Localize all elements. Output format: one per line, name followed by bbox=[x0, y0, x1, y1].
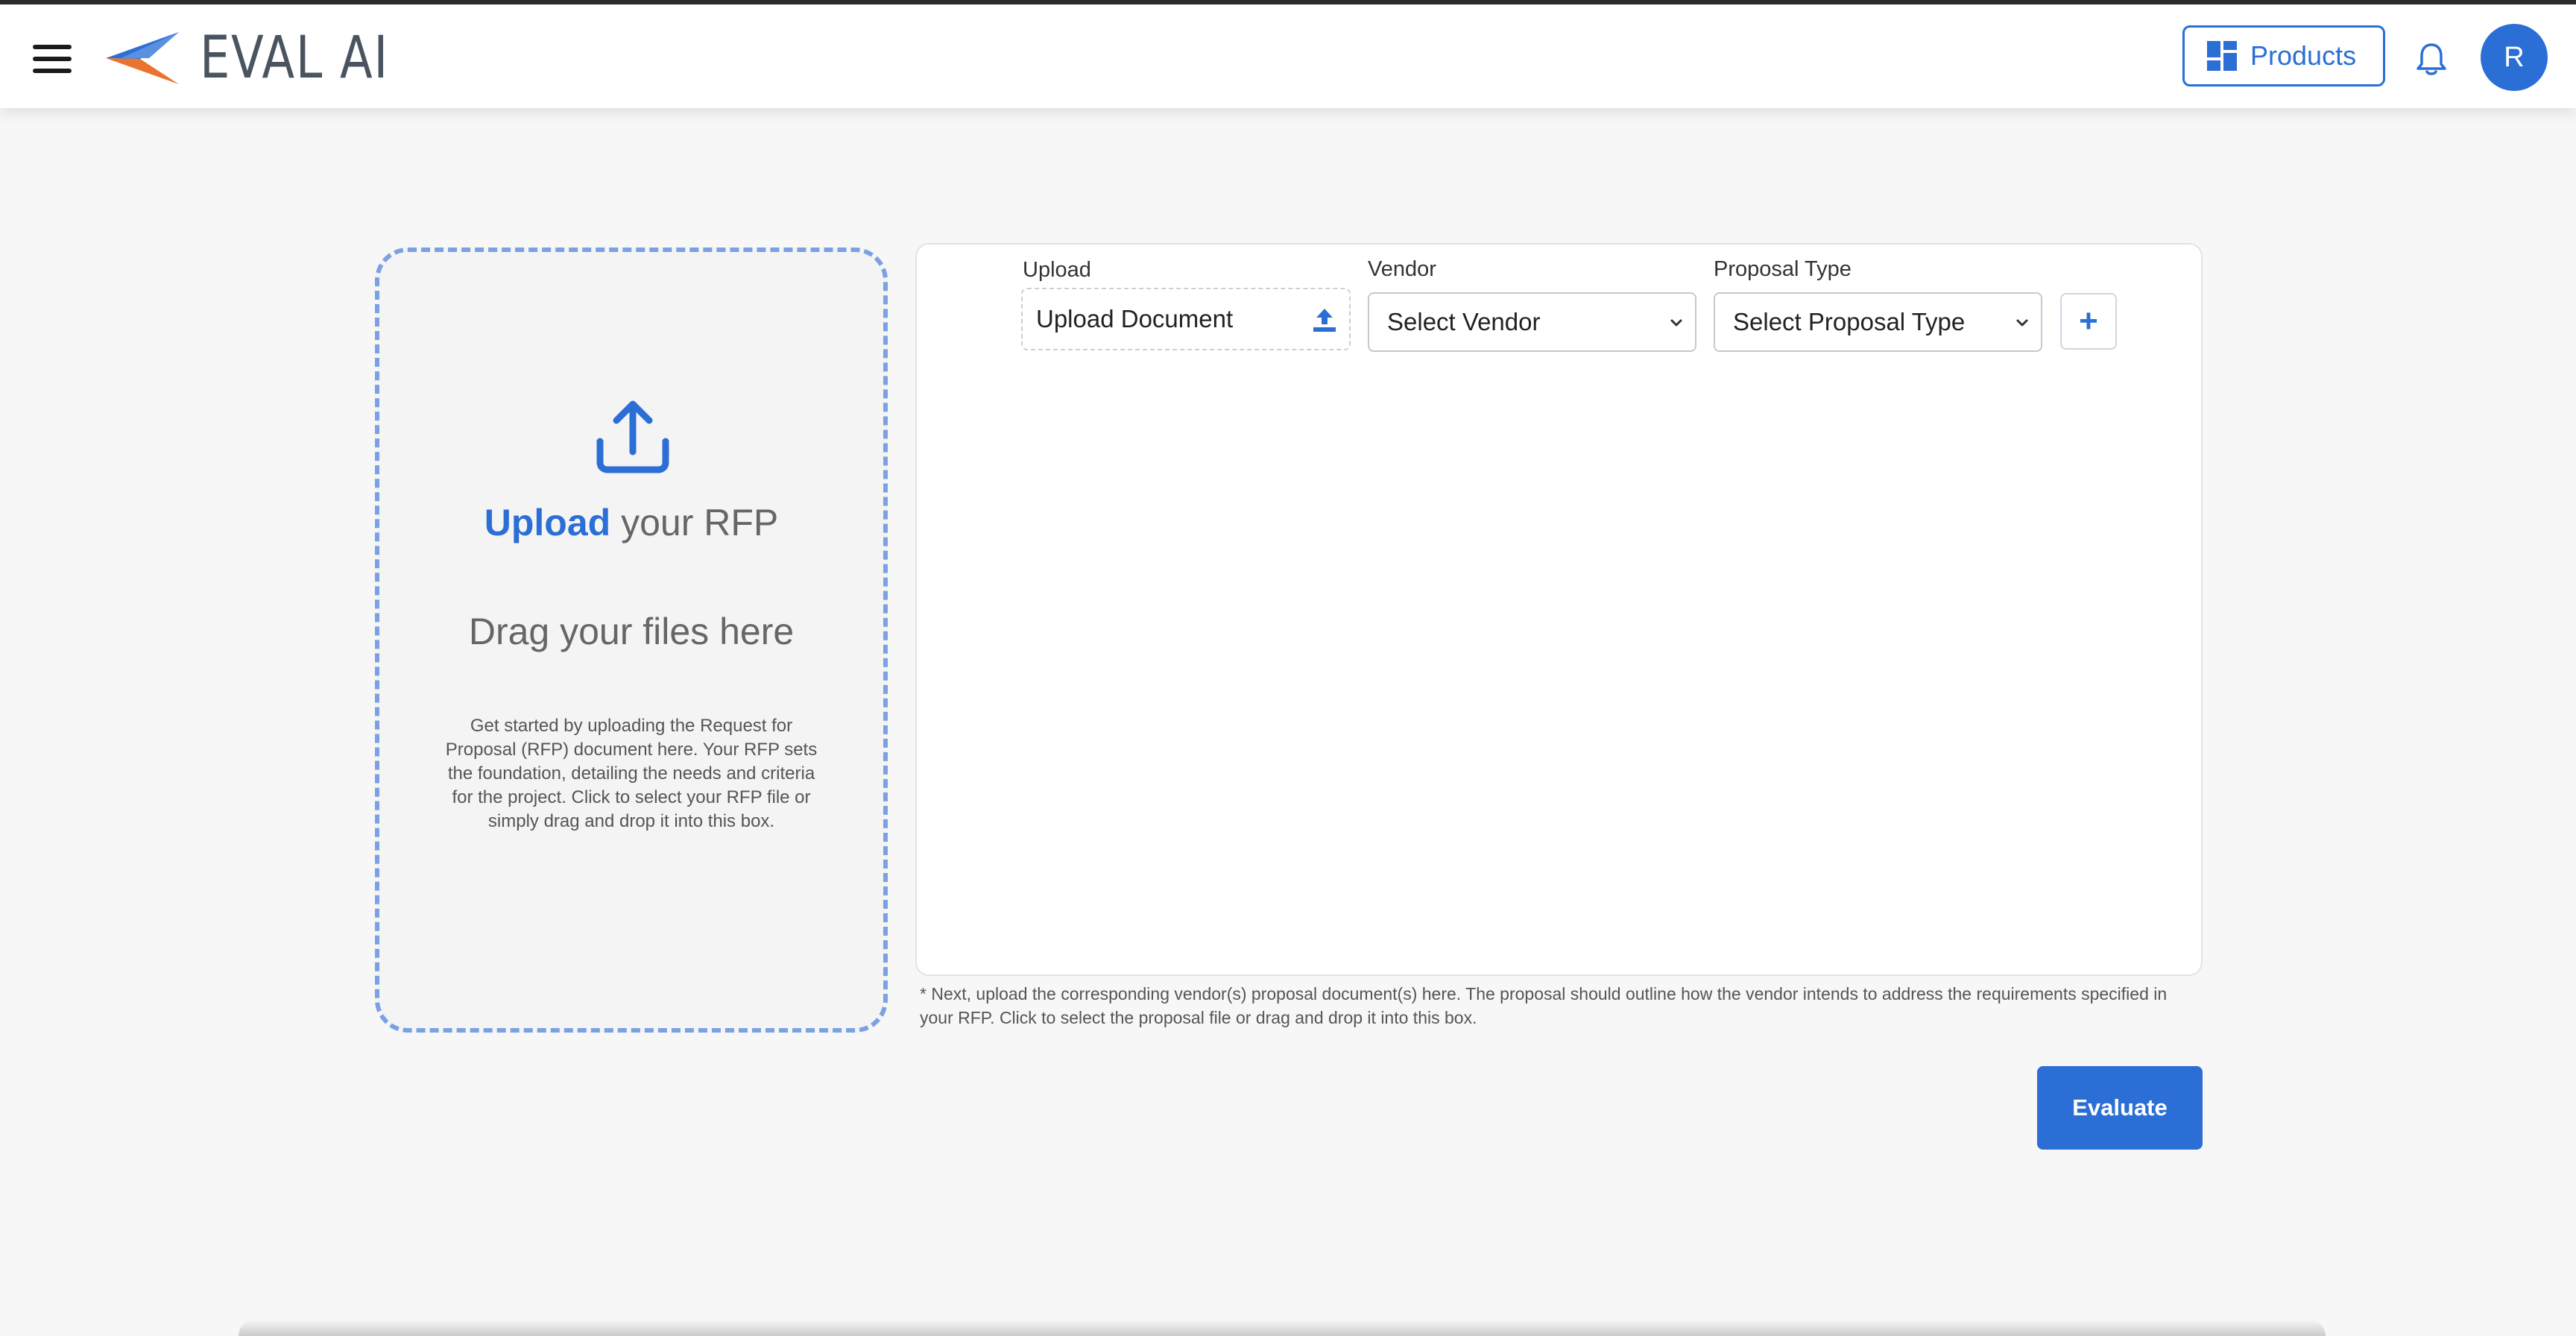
upload-icon bbox=[596, 400, 669, 473]
upload-label: Upload bbox=[1023, 258, 1091, 282]
app-header: EVAL AI Products R bbox=[0, 4, 2576, 108]
rfp-title-strong: Upload bbox=[484, 502, 611, 543]
upload-document-label: Upload Document bbox=[1036, 305, 1234, 333]
chevron-down-icon bbox=[2016, 319, 2028, 327]
products-button[interactable]: Products bbox=[2182, 25, 2385, 86]
chevron-down-icon bbox=[1670, 319, 1682, 327]
products-label: Products bbox=[2250, 40, 2357, 71]
user-avatar[interactable]: R bbox=[2481, 24, 2548, 91]
upload-document-button[interactable]: Upload Document bbox=[1021, 288, 1351, 350]
add-proposal-button[interactable]: + bbox=[2060, 293, 2117, 350]
logo-text: EVAL AI bbox=[200, 25, 389, 92]
proposal-footnote: * Next, upload the corresponding vendor(… bbox=[920, 984, 2168, 1027]
proposal-type-label: Proposal Type bbox=[1714, 257, 1852, 281]
vendor-label: Vendor bbox=[1368, 257, 1436, 281]
app-logo[interactable]: EVAL AI bbox=[104, 21, 431, 95]
logo-icon bbox=[106, 32, 179, 84]
rfp-title-rest: your RFP bbox=[610, 502, 779, 543]
hamburger-icon[interactable] bbox=[30, 40, 78, 78]
bottom-edge-shadow bbox=[239, 1320, 2326, 1336]
proposal-type-value: Select Proposal Type bbox=[1733, 308, 1966, 335]
rfp-description: Get started by uploading the Request for… bbox=[445, 716, 818, 831]
upload-tray-icon bbox=[1313, 309, 1336, 332]
vendor-select[interactable]: Select Vendor bbox=[1368, 292, 1696, 352]
rfp-dropzone[interactable]: Upload your RFP Drag your files here Get… bbox=[375, 248, 888, 1033]
rfp-title: Upload your RFP bbox=[379, 501, 883, 544]
proposal-type-select[interactable]: Select Proposal Type bbox=[1714, 292, 2042, 352]
bell-icon[interactable] bbox=[2415, 42, 2448, 78]
proposal-panel[interactable] bbox=[915, 243, 2203, 976]
evaluate-button[interactable]: Evaluate bbox=[2037, 1066, 2203, 1150]
grid-icon bbox=[2207, 41, 2237, 71]
rfp-drag-text: Drag your files here bbox=[468, 611, 795, 652]
vendor-select-value: Select Vendor bbox=[1387, 308, 1541, 335]
